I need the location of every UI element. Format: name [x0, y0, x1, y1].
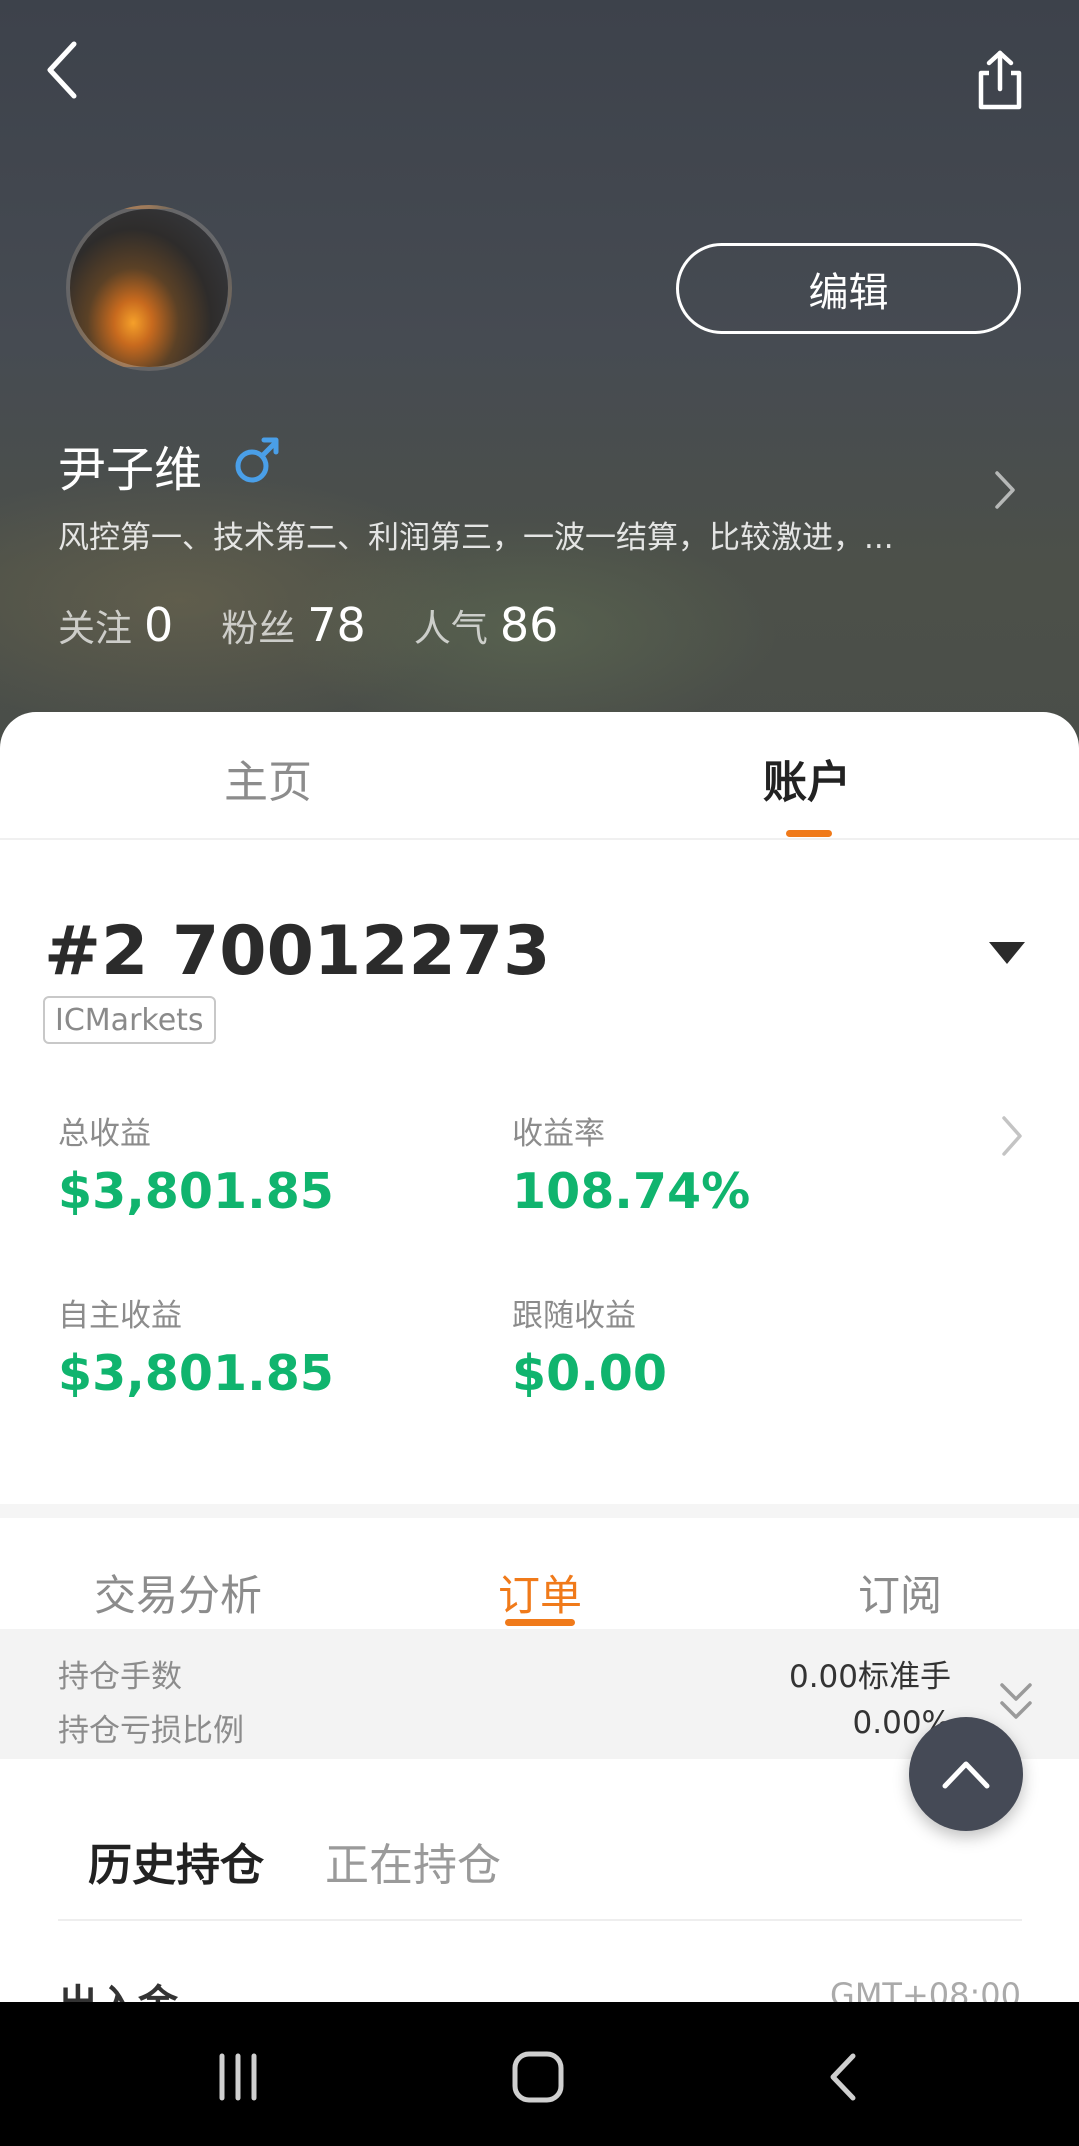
summary-value: 0.00标准手 — [788, 1659, 951, 1695]
stat-value: 78 — [307, 598, 366, 652]
profile-stats: 关注 0 粉丝 78 人气 86 — [58, 598, 606, 652]
scroll-to-top-button[interactable] — [909, 1717, 1023, 1831]
stat-followers[interactable]: 粉丝 78 — [221, 598, 366, 652]
account-sub-tabs: 交易分析 订单 订阅 — [0, 1518, 1079, 1628]
recent-apps-icon — [219, 2053, 257, 2101]
tab-trade-analysis[interactable]: 交易分析 — [94, 1562, 262, 1623]
metric-label: 收益率 — [512, 1116, 605, 1152]
metric-label: 自主收益 — [58, 1298, 182, 1334]
stat-following[interactable]: 关注 0 — [58, 598, 173, 652]
account-number: #2 70012273 — [44, 912, 551, 991]
double-chevron-down-icon[interactable] — [994, 1677, 1038, 1725]
stat-popularity: 人气 86 — [414, 598, 559, 652]
divider — [58, 1919, 1022, 1921]
chevron-left-icon — [47, 41, 77, 99]
stat-value: 0 — [144, 598, 174, 652]
section-divider — [0, 1504, 1079, 1518]
chevron-right-icon[interactable] — [992, 1108, 1032, 1164]
home-button[interactable] — [503, 2042, 573, 2112]
recent-apps-button[interactable] — [203, 2042, 273, 2112]
chevron-right-icon[interactable] — [985, 465, 1025, 515]
metric-total-profit: 总收益 $3,801.85 — [58, 1108, 334, 1220]
metric-own-profit: 自主收益 $3,801.85 — [58, 1290, 334, 1402]
active-tab-indicator — [505, 1619, 575, 1626]
summary-label: 持仓亏损比例 — [58, 1713, 244, 1749]
triangle-down-icon[interactable] — [985, 934, 1029, 970]
position-summary: 持仓手数 0.00标准手 持仓亏损比例 0.00% — [0, 1629, 1079, 1759]
edit-profile-button[interactable]: 编辑 — [676, 243, 1021, 334]
chevron-left-icon — [830, 2053, 856, 2101]
metric-value: $3,801.85 — [58, 1163, 334, 1220]
avatar[interactable] — [66, 205, 232, 371]
profile-header: 编辑 尹子维 风控第一、技术第二、利润第三，一波一结算，比较激进，... 关注 … — [0, 0, 1079, 760]
system-navigation-bar — [0, 2002, 1079, 2146]
stat-label: 关注 — [58, 607, 132, 650]
metric-return-rate: 收益率 108.74% — [512, 1108, 750, 1220]
tab-home[interactable]: 主页 — [224, 746, 312, 810]
system-back-button[interactable] — [808, 2042, 878, 2112]
summary-label: 持仓手数 — [58, 1659, 182, 1695]
active-tab-indicator — [786, 830, 832, 837]
male-icon — [235, 437, 279, 483]
tab-history-positions[interactable]: 历史持仓 — [88, 1829, 264, 1893]
content-sheet: 主页 账户 #2 70012273 ICMarkets 总收益 $3,801.8… — [0, 712, 1079, 2012]
metric-value: $3,801.85 — [58, 1345, 334, 1402]
metric-follow-profit: 跟随收益 $0.00 — [512, 1290, 667, 1402]
back-button[interactable] — [30, 30, 94, 110]
share-button[interactable] — [965, 40, 1035, 120]
user-name: 尹子维 — [58, 442, 203, 498]
share-icon — [978, 50, 1022, 110]
metric-label: 跟随收益 — [512, 1298, 636, 1334]
broker-badge: ICMarkets — [43, 996, 216, 1044]
stat-value: 86 — [499, 598, 559, 652]
metric-value: 108.74% — [512, 1163, 751, 1220]
user-bio: 风控第一、技术第二、利润第三，一波一结算，比较激进，... — [58, 520, 894, 556]
chevron-up-icon — [942, 1761, 990, 1789]
tab-orders[interactable]: 订单 — [498, 1562, 582, 1623]
stat-label: 粉丝 — [221, 607, 296, 650]
stat-label: 人气 — [413, 607, 488, 650]
main-tabs: 主页 账户 — [0, 712, 1079, 840]
tab-open-positions[interactable]: 正在持仓 — [325, 1829, 501, 1893]
metric-value: $0.00 — [512, 1345, 667, 1402]
tab-subscribe[interactable]: 订阅 — [858, 1562, 942, 1623]
metric-label: 总收益 — [58, 1116, 151, 1152]
tab-account[interactable]: 账户 — [763, 746, 851, 810]
home-icon — [512, 2051, 564, 2103]
